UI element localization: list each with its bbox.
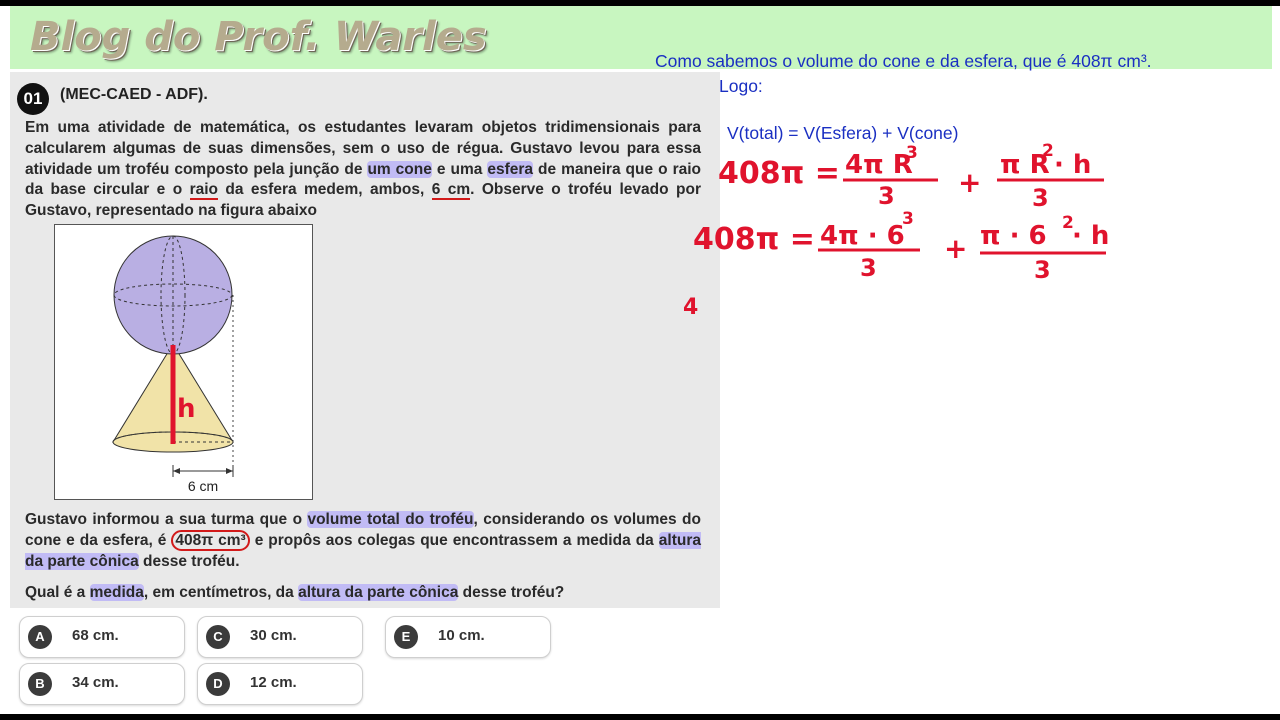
eq1-exp1: 3 bbox=[906, 143, 918, 163]
eq2-num2: π · 6 bbox=[980, 221, 1047, 251]
eq2-num2b: · h bbox=[1072, 221, 1109, 251]
eq1-plus: + bbox=[958, 166, 981, 199]
eq2-lhs: 408π = bbox=[693, 222, 815, 257]
eq2-plus: + bbox=[944, 232, 967, 265]
eq1-lhs: 408π = bbox=[718, 156, 840, 191]
eq2-exp1: 3 bbox=[902, 209, 914, 229]
eq2-den1: 3 bbox=[860, 254, 877, 282]
eq1-num1: 4π R bbox=[845, 150, 913, 180]
eq1-den2: 3 bbox=[1032, 184, 1049, 212]
eq3-start: 4 bbox=[683, 295, 698, 320]
eq2-den2: 3 bbox=[1034, 256, 1051, 284]
handwritten-solution: 408π = 4π R 3 3 + π R 2 · h 3 408π = 4π … bbox=[683, 141, 1109, 320]
eq1-den1: 3 bbox=[878, 182, 895, 210]
eq2-num1: 4π · 6 bbox=[820, 221, 905, 251]
video-frame: Blog do Prof. Warles 01 (MEC-CAED - ADF)… bbox=[0, 6, 1280, 714]
eq1-num2b: · h bbox=[1054, 150, 1091, 180]
eq1-exp2: 2 bbox=[1042, 141, 1054, 161]
